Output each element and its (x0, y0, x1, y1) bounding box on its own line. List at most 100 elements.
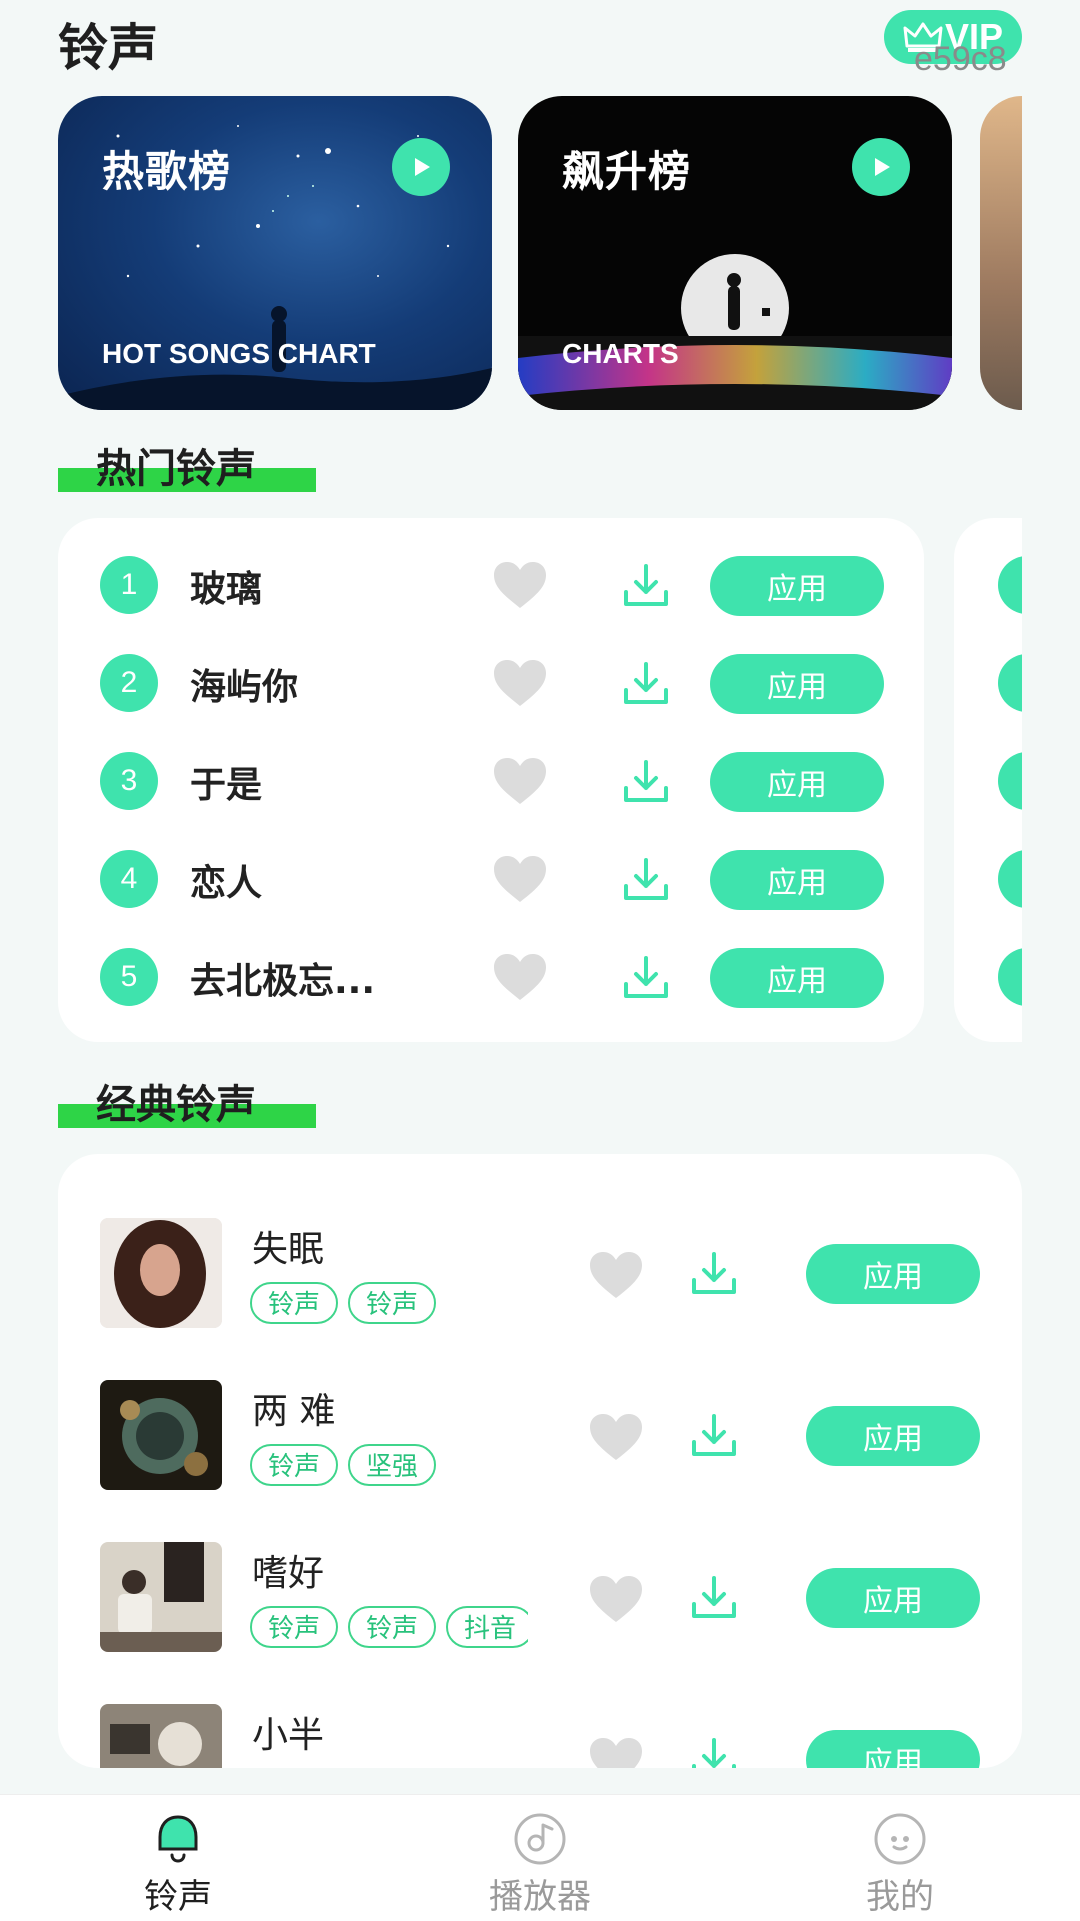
nav-label: 我的 (866, 1877, 934, 1917)
heart-icon[interactable] (492, 952, 548, 1002)
next-hot-card-peek[interactable] (954, 518, 1022, 1042)
rank-badge: 1 (100, 556, 158, 614)
ringtone-list-item[interactable]: 嗜好 铃声 铃声 抖音 应用 (58, 1542, 1022, 1654)
album-art-image (100, 1380, 222, 1490)
portrait-image (100, 1218, 222, 1328)
heart-icon[interactable] (492, 756, 548, 806)
tab-player[interactable]: 播放器 (450, 1811, 630, 1918)
download-icon[interactable] (690, 1250, 738, 1298)
section-title: 热门铃声 (96, 446, 256, 492)
page-title: 铃声 (58, 19, 158, 77)
tag[interactable]: 铃声 (250, 1444, 339, 1486)
rising-chart-banner[interactable]: 飙升榜 CHARTS (518, 96, 952, 410)
hot-row[interactable]: 1 玻璃 应用 (58, 554, 924, 616)
tag[interactable]: 铃声 (250, 1282, 339, 1324)
classic-ringtones-card: 失眠 铃声 铃声 应用 两 难 铃声 坚强 应用 嗜好 铃声 铃声 抖音 应用 … (58, 1154, 1022, 1768)
tab-ringtones[interactable]: 铃声 (88, 1811, 268, 1918)
apply-button[interactable]: 应用 (806, 1406, 980, 1466)
ringtone-title: 嗜好 (252, 1553, 325, 1594)
album-art-image (100, 1542, 222, 1652)
tag[interactable]: 铃声 (348, 1282, 437, 1324)
song-name: 玻璃 (190, 569, 263, 610)
rank-badge: 5 (100, 948, 158, 1006)
heart-icon[interactable] (492, 560, 548, 610)
download-icon[interactable] (622, 562, 670, 610)
play-button[interactable] (852, 138, 910, 196)
music-disc-icon (514, 1813, 566, 1865)
ringtone-title: 小半 (252, 1715, 325, 1756)
hot-row[interactable]: 5 去北极忘... 应用 (58, 946, 924, 1008)
heart-icon[interactable] (492, 658, 548, 708)
rank-badge-peek (998, 948, 1022, 1006)
tag-list: 铃声 铃声 抖音 (250, 1606, 528, 1654)
hot-row[interactable]: 4 恋人 应用 (58, 848, 924, 910)
apply-button[interactable]: 应用 (710, 556, 884, 616)
tag[interactable]: 坚强 (348, 1444, 437, 1486)
banner-subtitle: CHARTS (562, 338, 679, 369)
album-cover (100, 1218, 222, 1328)
tag[interactable]: 铃声 (250, 1606, 339, 1648)
hot-row[interactable]: 3 于是 应用 (58, 750, 924, 812)
ringtone-list-item[interactable]: 小半 应用 (58, 1704, 1022, 1768)
heart-icon[interactable] (588, 1736, 644, 1768)
rank-badge-peek (998, 752, 1022, 810)
banner-subtitle: HOT SONGS CHART (102, 338, 376, 369)
heart-icon[interactable] (588, 1412, 644, 1462)
apply-button[interactable]: 应用 (710, 752, 884, 812)
song-name: 于是 (190, 765, 263, 806)
download-icon[interactable] (690, 1736, 738, 1768)
play-icon (415, 158, 430, 176)
heart-icon[interactable] (492, 854, 548, 904)
apply-button[interactable]: 应用 (806, 1730, 980, 1768)
nav-label: 铃声 (144, 1877, 212, 1917)
album-cover (100, 1380, 222, 1490)
download-icon[interactable] (690, 1412, 738, 1460)
rank-badge: 4 (100, 850, 158, 908)
song-name: 海屿你 (190, 667, 299, 708)
heart-icon[interactable] (588, 1574, 644, 1624)
next-banner-peek[interactable] (980, 96, 1022, 410)
ringtone-title: 失眠 (252, 1229, 325, 1270)
album-cover (100, 1542, 222, 1652)
hot-row[interactable]: 2 海屿你 应用 (58, 652, 924, 714)
apply-button[interactable]: 应用 (710, 654, 884, 714)
ringtone-list-item[interactable]: 失眠 铃声 铃声 应用 (58, 1218, 1022, 1330)
ringtone-bell-icon (158, 1815, 198, 1863)
song-name: 恋人 (190, 863, 263, 904)
download-icon[interactable] (690, 1574, 738, 1622)
hot-ringtones-header: 热门铃声 (58, 446, 316, 492)
album-art-image (100, 1704, 222, 1768)
overlay-text: e59c8 (914, 40, 1007, 78)
hot-songs-chart-banner[interactable]: 热歌榜 HOT SONGS CHART (58, 96, 492, 410)
album-cover (100, 1704, 222, 1768)
play-button[interactable] (392, 138, 450, 196)
rank-badge-peek (998, 654, 1022, 712)
tab-profile[interactable]: 我的 (810, 1811, 990, 1918)
rank-badge: 3 (100, 752, 158, 810)
play-icon (875, 158, 890, 176)
heart-icon[interactable] (588, 1250, 644, 1300)
section-title: 经典铃声 (96, 1082, 256, 1128)
tag-list: 铃声 铃声 (250, 1282, 528, 1330)
apply-button[interactable]: 应用 (710, 948, 884, 1008)
tag[interactable]: 铃声 (348, 1606, 437, 1648)
download-icon[interactable] (622, 954, 670, 1002)
apply-button[interactable]: 应用 (806, 1568, 980, 1628)
smiley-face-icon (874, 1813, 926, 1865)
ringtone-list-item[interactable]: 两 难 铃声 坚强 应用 (58, 1380, 1022, 1492)
bottom-nav: 铃声 播放器 我的 (0, 1794, 1080, 1921)
rank-badge-peek (998, 850, 1022, 908)
download-icon[interactable] (622, 856, 670, 904)
banner-title: 飙升榜 (562, 147, 692, 196)
tag[interactable]: 抖音 (446, 1606, 528, 1648)
nav-label: 播放器 (489, 1877, 591, 1917)
rank-badge-peek (998, 556, 1022, 614)
download-icon[interactable] (622, 660, 670, 708)
apply-button[interactable]: 应用 (710, 850, 884, 910)
apply-button[interactable]: 应用 (806, 1244, 980, 1304)
rank-badge: 2 (100, 654, 158, 712)
hot-ringtones-card: 1 玻璃 应用 2 海屿你 应用 3 于是 应用 4 恋人 应用 5 去北极忘.… (58, 518, 924, 1042)
download-icon[interactable] (622, 758, 670, 806)
banner-title: 热歌榜 (102, 147, 232, 196)
ringtone-title: 两 难 (252, 1391, 336, 1432)
